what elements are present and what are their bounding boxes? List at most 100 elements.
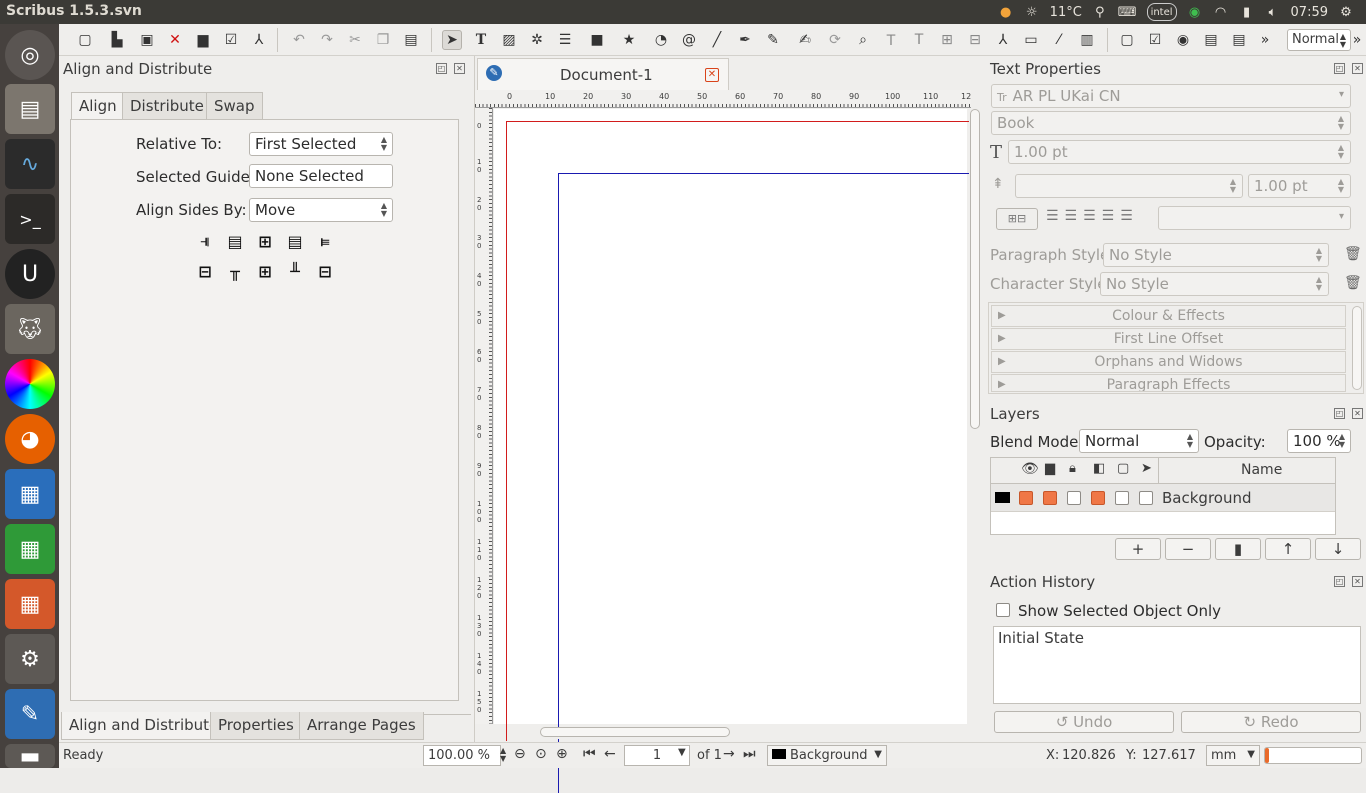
close-history-icon[interactable]: ✕ bbox=[1352, 576, 1363, 587]
wifi-icon[interactable]: ◠ bbox=[1213, 3, 1229, 21]
pdf-push-button-icon[interactable]: ▢ bbox=[1117, 30, 1137, 50]
battery-icon[interactable]: ▮ bbox=[1239, 3, 1255, 21]
scribus-icon[interactable]: ✎ bbox=[5, 689, 55, 739]
redo-button[interactable]: ↻ Redo bbox=[1181, 711, 1361, 733]
text-frame-icon[interactable]: T bbox=[471, 30, 491, 50]
tab-distribute[interactable]: Distribute bbox=[122, 92, 212, 120]
render-frame-icon[interactable]: ✲ bbox=[527, 30, 547, 50]
weather-sun-icon[interactable]: ☼ bbox=[1024, 3, 1040, 21]
close-text-props-icon[interactable]: ✕ bbox=[1352, 63, 1363, 74]
update-indicator-icon[interactable]: ● bbox=[998, 3, 1014, 21]
close-layers-icon[interactable]: ✕ bbox=[1352, 408, 1363, 419]
first-page-icon[interactable]: ⏮︎ bbox=[583, 746, 596, 762]
paste-icon[interactable]: ▤ bbox=[401, 30, 421, 50]
history-entry[interactable]: Initial State bbox=[998, 629, 1084, 647]
preflight-icon[interactable]: ☑ bbox=[221, 30, 241, 50]
keyboard-icon[interactable]: ⌨ bbox=[1118, 3, 1137, 21]
close-document-icon[interactable]: ✕ bbox=[705, 68, 719, 82]
add-layer-button[interactable]: + bbox=[1115, 538, 1161, 560]
selected-guide-field[interactable]: None Selected bbox=[249, 164, 393, 188]
copy-icon[interactable]: ❐ bbox=[373, 30, 393, 50]
color-wheel-icon[interactable] bbox=[5, 359, 55, 409]
volume-icon[interactable]: 🔈︎ bbox=[1265, 3, 1281, 21]
layer-selectable-checkbox[interactable] bbox=[1139, 491, 1153, 505]
align-right-icon[interactable]: ▤ bbox=[284, 230, 306, 252]
clock[interactable]: 07:59 bbox=[1291, 3, 1328, 21]
canvas[interactable] bbox=[494, 109, 978, 793]
more-icon[interactable]: » bbox=[1255, 30, 1275, 50]
raise-layer-button[interactable]: ↑ bbox=[1265, 538, 1311, 560]
duplicate-layer-button[interactable]: ▮ bbox=[1215, 538, 1261, 560]
float-layers-icon[interactable]: ◰ bbox=[1334, 408, 1345, 419]
align-center-v-icon[interactable]: ⊞ bbox=[254, 260, 276, 282]
temperature-label[interactable]: 11°C bbox=[1050, 3, 1082, 21]
pdf-text-field-icon[interactable]: ▤ bbox=[1201, 30, 1221, 50]
page-dropdown-icon[interactable]: ▼ bbox=[678, 747, 686, 758]
print-icon[interactable]: ▆ bbox=[193, 30, 213, 50]
polygon-icon[interactable]: ★ bbox=[619, 30, 639, 50]
trash-icon[interactable]: ▬ bbox=[5, 744, 55, 769]
close-icon[interactable]: ✕ bbox=[165, 30, 185, 50]
layer-color-swatch[interactable] bbox=[995, 492, 1010, 503]
measure-icon[interactable]: ⅄ bbox=[993, 30, 1013, 50]
prev-page-icon[interactable]: ← bbox=[604, 746, 616, 762]
text-direction-buttons[interactable]: ⊞⊟ bbox=[996, 208, 1038, 230]
show-selected-only-label[interactable]: Show Selected Object Only bbox=[1018, 602, 1221, 620]
layer-locked-checkbox[interactable] bbox=[1067, 491, 1081, 505]
align-right-out-icon[interactable]: ⫢ bbox=[314, 230, 336, 252]
zoom-out-icon[interactable]: ⊖ bbox=[514, 746, 526, 762]
align-bottom-out-icon[interactable]: ⊟ bbox=[314, 260, 336, 282]
zoom-field[interactable]: 100.00 % bbox=[423, 745, 501, 766]
align-bottom-icon[interactable]: ╨ bbox=[284, 260, 306, 282]
layer-row[interactable]: Background bbox=[991, 484, 1335, 512]
horizontal-scrollbar[interactable] bbox=[535, 727, 955, 739]
more-right-icon[interactable]: » bbox=[1347, 30, 1366, 50]
line-icon[interactable]: ╱ bbox=[707, 30, 727, 50]
link-frames-icon[interactable]: ⊞ bbox=[937, 30, 957, 50]
delete-character-style-icon[interactable]: 🗑︎ bbox=[1344, 275, 1362, 291]
table-icon[interactable]: ☰ bbox=[555, 30, 575, 50]
blend-mode-select[interactable]: Normal ▲ ▼ bbox=[1079, 429, 1199, 453]
undo-button[interactable]: ↺ Undo bbox=[994, 711, 1174, 733]
align-center-h-icon[interactable]: ⊞ bbox=[254, 230, 276, 252]
show-selected-only-checkbox[interactable] bbox=[996, 603, 1010, 617]
document-tab[interactable]: ✎ Document-1 ✕ bbox=[477, 58, 729, 90]
copy-properties-icon[interactable]: ▭ bbox=[1021, 30, 1041, 50]
line-spacing-field[interactable]: 1.00 pt ▲ ▼ bbox=[1248, 174, 1351, 198]
next-page-icon[interactable]: → bbox=[723, 746, 735, 762]
layer-outline-checkbox[interactable] bbox=[1115, 491, 1129, 505]
barcode-icon[interactable]: ▥ bbox=[1077, 30, 1097, 50]
bezier-icon[interactable]: ✒ bbox=[735, 30, 755, 50]
align-top-out-icon[interactable]: ⊟ bbox=[194, 260, 216, 282]
zoom-icon[interactable]: ⌕ bbox=[853, 30, 873, 50]
lower-layer-button[interactable]: ↓ bbox=[1315, 538, 1361, 560]
float-panel-icon[interactable]: ◰ bbox=[436, 63, 447, 74]
opacity-field[interactable]: 100 % ▲ ▼ bbox=[1287, 429, 1351, 453]
impress-icon[interactable]: ▦ bbox=[5, 579, 55, 629]
terminal-icon[interactable]: >_ bbox=[5, 194, 55, 244]
rotate-icon[interactable]: ⟳ bbox=[825, 30, 845, 50]
unlink-frames-icon[interactable]: ⊟ bbox=[965, 30, 985, 50]
pdf-export-icon[interactable]: ⅄ bbox=[249, 30, 269, 50]
writer-icon[interactable]: ▦ bbox=[5, 469, 55, 519]
tab-align[interactable]: Align bbox=[71, 92, 125, 120]
alignment-extra-select[interactable]: ▾ bbox=[1158, 206, 1351, 230]
tab-arrange-pages-bottom[interactable]: Arrange Pages bbox=[299, 712, 424, 740]
relative-to-select[interactable]: First Selected ▲ ▼ bbox=[249, 132, 393, 156]
zoom-spin-icon[interactable]: ▲ ▼ bbox=[500, 747, 506, 763]
delete-paragraph-style-icon[interactable]: 🗑︎ bbox=[1344, 246, 1362, 262]
font-style-select[interactable]: Book ▲ ▼ bbox=[991, 111, 1351, 135]
firefox-icon[interactable]: ◕ bbox=[5, 414, 55, 464]
zoom-in-icon[interactable]: ⊕ bbox=[556, 746, 568, 762]
ubuntu-dash-icon[interactable]: ◎ bbox=[5, 30, 55, 80]
freehand-icon[interactable]: ✎ bbox=[763, 30, 783, 50]
font-family-select[interactable]: Tr AR PL UKai CN ▾ bbox=[991, 84, 1351, 108]
align-left-out-icon[interactable]: ⫣ bbox=[194, 230, 216, 252]
sections-scrollbar[interactable] bbox=[1352, 306, 1362, 390]
gimp-icon[interactable]: 🐺︎ bbox=[5, 304, 55, 354]
unit-select[interactable]: mm ▼ bbox=[1206, 745, 1260, 766]
pdf-combo-icon[interactable]: ▤ bbox=[1229, 30, 1249, 50]
zoom-100-icon[interactable]: ⊙ bbox=[535, 746, 547, 762]
undo-icon[interactable]: ↶ bbox=[289, 30, 309, 50]
character-style-select[interactable]: No Style ▲ ▼ bbox=[1100, 272, 1329, 296]
